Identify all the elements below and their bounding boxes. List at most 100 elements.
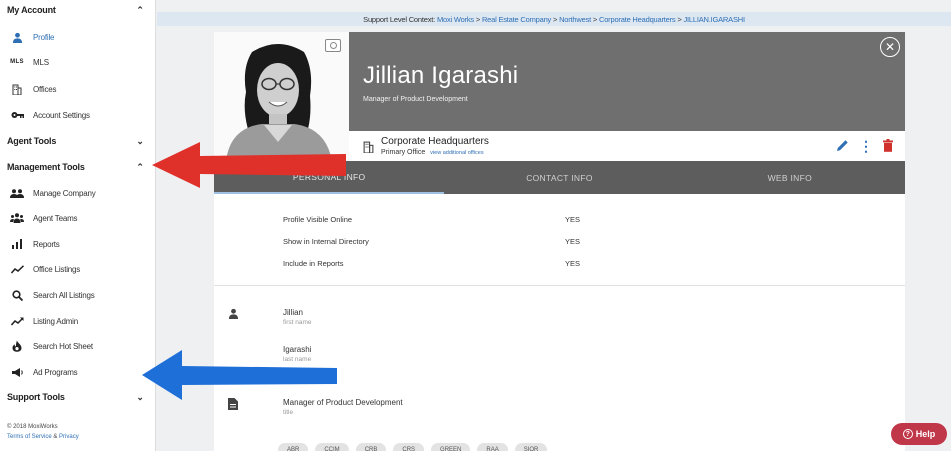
edit-pencil-icon[interactable] (836, 139, 849, 155)
sidebar-item-mls[interactable]: MLS MLS (7, 52, 152, 72)
sidebar-item-offices[interactable]: Offices (7, 79, 152, 99)
first-name-value: Jillian (283, 308, 304, 317)
sidebar-item-profile[interactable]: Profile (7, 27, 152, 47)
sidebar-item-label: Office Listings (33, 264, 81, 274)
person-icon (7, 32, 27, 43)
section-agent-tools[interactable]: Agent Tools ⌄ (7, 132, 147, 150)
sidebar: My Account ⌃ Profile MLS MLS Offices Acc… (0, 0, 156, 451)
sidebar-item-listing-admin[interactable]: Listing Admin (7, 311, 152, 331)
office-type: Primary Office (381, 149, 426, 156)
crumb-separator: > (552, 14, 558, 24)
privacy-link[interactable]: Privacy (59, 434, 79, 440)
designation-chips: ABR CCIM CRB CRS GREEN RAA SIOR (278, 443, 548, 451)
support-context-breadcrumb: Support Level Context: Moxi Works > Real… (157, 12, 951, 26)
sidebar-item-reports[interactable]: Reports (7, 234, 152, 254)
designation-chip[interactable]: CRS (393, 443, 425, 451)
profile-role: Manager of Product Development (363, 96, 468, 103)
designation-chip[interactable]: CCIM (315, 443, 349, 451)
change-photo-camera-icon[interactable] (325, 39, 341, 52)
sidebar-item-label: Agent Teams (33, 213, 78, 223)
crumb-region[interactable]: Northwest (559, 15, 591, 24)
chevron-up-icon: ⌃ (136, 161, 144, 172)
section-label: My Account (7, 5, 56, 15)
flag-row: Include in Reports YES (283, 259, 843, 268)
designation-chip[interactable]: RAA (477, 443, 508, 451)
flag-value: YES (565, 259, 581, 268)
sidebar-item-office-listings[interactable]: Office Listings (7, 259, 152, 279)
crumb-separator: > (677, 14, 682, 24)
delete-trash-icon[interactable] (883, 138, 893, 155)
sidebar-item-account-settings[interactable]: Account Settings (7, 105, 152, 125)
chevron-up-icon: ⌃ (136, 4, 144, 15)
tab-contact-info[interactable]: CONTACT INFO (444, 161, 674, 194)
chevron-down-icon: ⌄ (136, 135, 144, 146)
designation-chip[interactable]: GREEN (431, 443, 471, 451)
flag-label: Include in Reports (283, 259, 344, 268)
more-options-icon[interactable]: ⋮ (859, 138, 873, 155)
profile-header: Jillian Igarashi Manager of Product Deve… (349, 32, 905, 131)
sidebar-item-label: Profile (33, 32, 55, 42)
megaphone-icon (7, 367, 27, 378)
sidebar-item-search-hot-sheet[interactable]: Search Hot Sheet (7, 336, 152, 356)
help-button[interactable]: ? Help (891, 423, 947, 445)
section-my-account[interactable]: My Account ⌃ (7, 1, 147, 19)
office-name: Corporate Headquarters (381, 136, 489, 147)
trend-line-icon (7, 264, 27, 274)
crumb-moxi-works[interactable]: Moxi Works (437, 15, 474, 24)
sidebar-item-manage-company[interactable]: Manage Company (7, 183, 152, 203)
mls-icon: MLS (10, 59, 24, 65)
key-icon (7, 111, 27, 119)
sidebar-item-agent-teams[interactable]: Agent Teams (7, 208, 152, 228)
visibility-settings: Profile Visible Online YES Show in Inter… (214, 194, 905, 286)
office-type-line: Primary Office view additional offices (381, 149, 484, 156)
team-icon (7, 213, 27, 223)
question-icon: ? (902, 429, 913, 439)
sidebar-item-label: Search All Listings (33, 290, 95, 300)
view-additional-offices-link[interactable]: view additional offices (430, 150, 483, 156)
flag-row: Show in Internal Directory YES (283, 237, 843, 246)
red-arrow-annotation (152, 142, 346, 188)
building-icon (7, 84, 27, 95)
section-support-tools[interactable]: Support Tools ⌄ (7, 388, 147, 406)
sidebar-item-label: MLS (33, 57, 49, 67)
bar-chart-icon (7, 239, 27, 249)
flag-value: YES (565, 237, 581, 246)
magnifier-icon (7, 289, 27, 301)
sidebar-item-label: Reports (33, 239, 60, 249)
crumb-office[interactable]: Corporate Headquarters (599, 15, 676, 24)
sidebar-footer: © 2018 MoxiWorks Terms of Service & Priv… (7, 422, 79, 442)
first-name-label: first name (283, 319, 312, 326)
section-label: Agent Tools (7, 136, 57, 146)
building-icon (363, 141, 374, 156)
designation-chip[interactable]: ABR (278, 443, 309, 451)
sidebar-item-search-all-listings[interactable]: Search All Listings (7, 285, 152, 305)
flag-value: YES (565, 215, 581, 224)
sidebar-item-ad-programs[interactable]: Ad Programs (7, 362, 152, 382)
crumb-company[interactable]: Real Estate Company (482, 15, 551, 24)
crumb-separator: > (592, 14, 598, 24)
blue-arrow-annotation (142, 350, 337, 400)
section-management-tools[interactable]: Management Tools ⌃ (7, 158, 147, 176)
first-name-field: Jillian first name (283, 308, 312, 326)
flag-label: Profile Visible Online (283, 215, 353, 224)
designation-chip[interactable]: CRB (355, 443, 387, 451)
section-label: Support Tools (7, 392, 65, 402)
context-prefix: Support Level Context: (363, 14, 436, 24)
close-icon[interactable]: ✕ (880, 37, 900, 57)
crumb-separator: > (475, 14, 481, 24)
office-row: Corporate Headquarters Primary Office vi… (349, 131, 905, 161)
title-label: title (283, 409, 294, 416)
tab-web-info[interactable]: WEB INFO (675, 161, 905, 194)
designation-chip[interactable]: SIOR (514, 443, 548, 451)
terms-link[interactable]: Terms of Service (7, 434, 52, 440)
trend-up-icon (7, 317, 27, 326)
flame-icon (7, 340, 27, 352)
sidebar-item-label: Ad Programs (33, 367, 78, 377)
flag-label: Show in Internal Directory (283, 237, 369, 246)
crumb-user[interactable]: JILLIAN.IGARASHI (683, 15, 745, 24)
sidebar-item-label: Account Settings (33, 110, 90, 120)
sidebar-item-label: Offices (33, 84, 57, 94)
flag-row: Profile Visible Online YES (283, 215, 843, 224)
group-icon (7, 188, 27, 198)
section-label: Management Tools (7, 162, 85, 172)
